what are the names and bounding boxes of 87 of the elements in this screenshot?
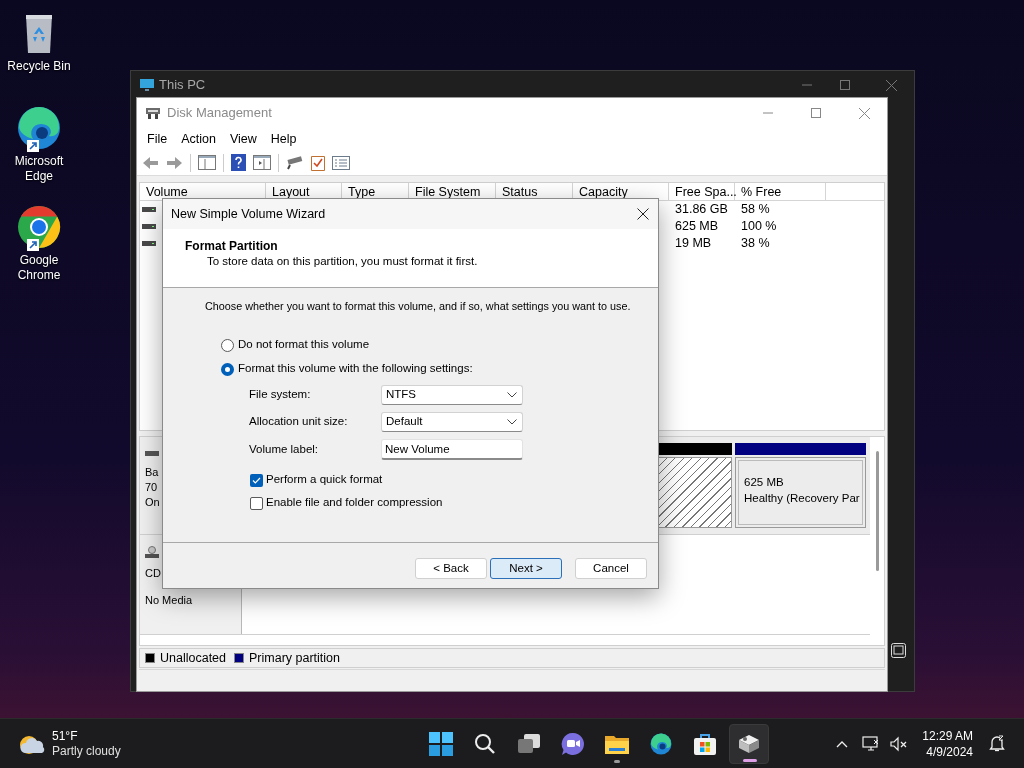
menu-item[interactable]: View — [222, 129, 264, 149]
view-icon[interactable] — [891, 643, 906, 658]
disk-management-icon — [736, 732, 761, 755]
checkbox[interactable] — [250, 496, 263, 510]
taskbar-button[interactable] — [728, 723, 769, 764]
help-icon[interactable] — [231, 154, 246, 171]
chevron-down-icon — [507, 419, 517, 425]
volume-muted-icon[interactable] — [890, 735, 909, 752]
cd-drive-icon — [145, 546, 159, 558]
edge-icon — [648, 731, 673, 756]
chevron-down-icon — [507, 392, 517, 398]
disk-label: No Media — [145, 593, 194, 608]
checkbox-label[interactable]: Enable file and folder compression — [266, 494, 443, 512]
disk-management-icon — [145, 106, 161, 120]
dialog-button[interactable]: Next > — [490, 558, 562, 579]
desktop-icon-label[interactable]: Recycle Bin — [3, 59, 75, 74]
chevron-up-icon[interactable] — [836, 739, 849, 748]
legend-label: Primary partition — [249, 649, 340, 667]
disk-label: CD — [145, 566, 162, 581]
table-cell: 100 % — [741, 219, 777, 234]
desktop-icon-label[interactable]: Google Chrome — [3, 253, 75, 283]
column-header[interactable]: Free Spa... — [669, 183, 735, 200]
disk-label: Ba — [145, 465, 160, 480]
running-indicator — [613, 759, 620, 763]
text-field[interactable]: New Volume — [381, 439, 523, 460]
forward-arrow-icon[interactable] — [166, 155, 183, 170]
edge-icon — [15, 104, 63, 152]
scrollbar[interactable] — [875, 451, 879, 571]
radio-button[interactable] — [221, 338, 234, 352]
column-header[interactable]: % Free — [735, 183, 826, 200]
windows-icon — [428, 731, 453, 756]
field-label: File system: — [249, 387, 312, 403]
field-label: Allocation unit size: — [249, 414, 349, 430]
close-icon[interactable] — [637, 208, 649, 220]
unallocated-partition[interactable] — [658, 443, 732, 528]
page-subheading: To store data on this partition, you must format it first. — [207, 254, 479, 269]
notification-bell-icon[interactable] — [989, 735, 1005, 752]
table-cell: 58 % — [741, 202, 770, 217]
drive-icon[interactable] — [286, 155, 304, 170]
weather-widget[interactable]: 51°F Partly cloudy — [15, 723, 123, 764]
window-panel-icon[interactable] — [253, 155, 271, 170]
maximize-icon[interactable] — [840, 80, 850, 90]
radio-label[interactable]: Do not format this volume — [238, 336, 370, 354]
legend-label: Unallocated — [160, 649, 226, 667]
drive-icon — [142, 239, 156, 248]
field-label: Volume label: — [249, 441, 320, 457]
table-cell: 31.86 GB — [675, 202, 728, 217]
disk-label: On — [145, 495, 161, 510]
dropdown[interactable]: Default — [381, 412, 523, 432]
active-indicator — [742, 758, 757, 762]
instruction-text: Choose whether you want to format this volume, and if so, what settings you want to use. — [205, 299, 632, 314]
checklist-icon[interactable] — [311, 154, 325, 171]
clock[interactable]: 12:29 AM 4/9/2024 — [922, 727, 973, 760]
partition-info: Healthy (Recovery Par — [744, 490, 861, 506]
menu-item[interactable]: File — [140, 129, 175, 149]
network-icon[interactable] — [862, 735, 881, 752]
drive-icon — [142, 222, 156, 231]
drive-icon — [142, 205, 156, 214]
desktop-icon-label[interactable]: Microsoft Edge — [3, 154, 75, 184]
dropdown[interactable]: NTFS — [381, 385, 523, 405]
dialog-title: New Simple Volume Wizard — [171, 205, 326, 223]
partition-info: 625 MB — [744, 474, 785, 490]
window-title: This PC — [159, 76, 206, 95]
maximize-icon[interactable] — [811, 108, 821, 118]
table-cell: 38 % — [741, 236, 770, 251]
page-heading: Format Partition — [185, 239, 279, 253]
checkbox-label[interactable]: Perform a quick format — [266, 471, 383, 489]
chat-icon — [560, 731, 585, 756]
task-view-icon — [516, 732, 541, 755]
chrome-icon — [15, 203, 63, 251]
monitor-icon — [139, 77, 155, 93]
properties-icon[interactable] — [332, 155, 350, 170]
radio-label[interactable]: Format this volume with the following settings: — [238, 360, 473, 378]
table-cell: 625 MB — [675, 219, 719, 234]
search-icon — [473, 732, 496, 755]
radio-button[interactable] — [221, 362, 234, 376]
window-panel-icon[interactable] — [198, 155, 216, 170]
disk-label: 70 — [145, 480, 159, 495]
store-icon — [692, 731, 717, 756]
window-title: Disk Management — [167, 104, 272, 123]
checkbox[interactable] — [250, 473, 263, 487]
dialog-button[interactable]: Cancel — [575, 558, 647, 579]
back-arrow-icon[interactable] — [142, 155, 159, 170]
menu-item[interactable]: Help — [263, 129, 304, 149]
dialog-button[interactable]: < Back — [415, 558, 487, 579]
menu-item[interactable]: Action — [174, 129, 223, 149]
table-cell: 19 MB — [675, 236, 712, 251]
